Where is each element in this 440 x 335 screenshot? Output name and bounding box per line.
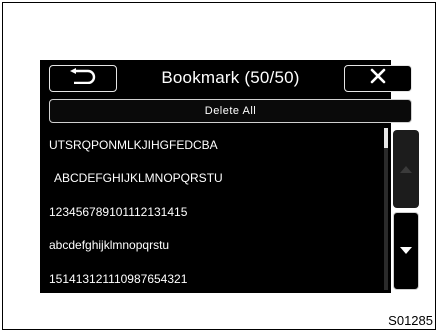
delete-all-button[interactable]: Delete All [49, 99, 412, 123]
scroll-up-button[interactable] [393, 130, 419, 208]
bookmark-list: UTSRQPONMLKJIHGFEDCBA ABCDEFGHIJKLMNOPQR… [40, 128, 380, 296]
scrollbar[interactable] [384, 128, 388, 290]
page-title: Bookmark (50/50) [161, 68, 300, 87]
bookmark-item[interactable]: 123456789101112131415 [40, 195, 380, 229]
scroll-down-button[interactable] [393, 212, 419, 290]
bookmark-item[interactable]: 151413121110987654321 [40, 262, 380, 296]
bookmark-item[interactable]: UTSRQPONMLKJIHGFEDCBA [40, 128, 380, 162]
bookmark-item[interactable]: abcdefghijklmnopqrstu [40, 229, 380, 263]
back-button[interactable] [49, 65, 117, 92]
return-arrow-icon [68, 68, 98, 89]
figure-frame: Bookmark (50/50) Delete All UTSRQPONMLKJ… [2, 2, 436, 330]
bookmark-item[interactable]: ABCDEFGHIJKLMNOPQRSTU [40, 162, 380, 196]
bookmark-screen: Bookmark (50/50) Delete All UTSRQPONMLKJ… [40, 60, 419, 296]
triangle-down-icon [400, 242, 412, 260]
scroll-thumb[interactable] [384, 128, 388, 148]
triangle-up-icon [400, 160, 412, 178]
figure-code: S01285 [388, 313, 433, 328]
close-x-icon [370, 68, 386, 89]
close-button[interactable] [344, 65, 412, 92]
